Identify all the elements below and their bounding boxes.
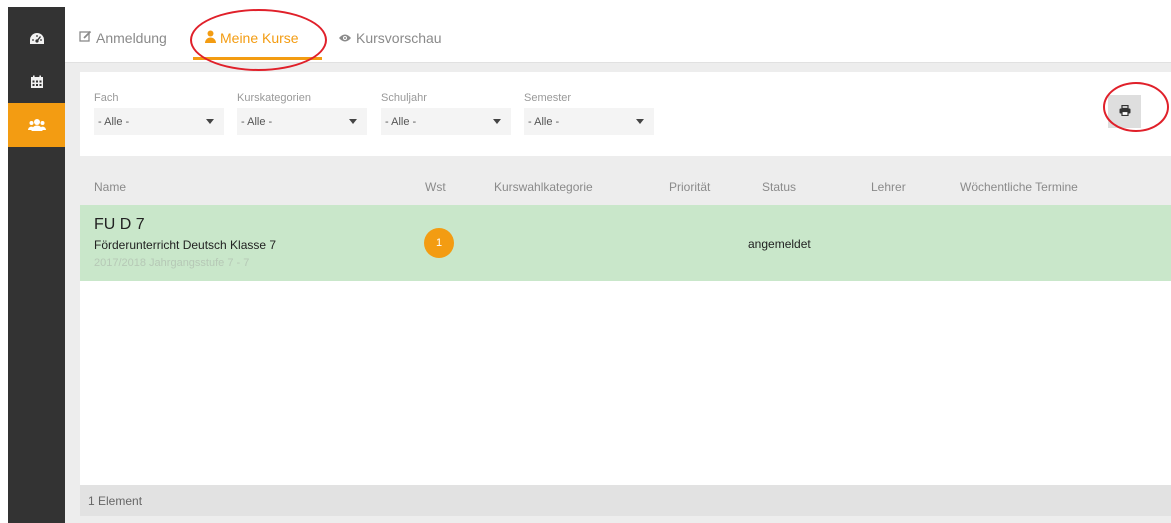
chevron-down-icon (349, 119, 357, 124)
filter-semester-value: - Alle - (528, 115, 560, 128)
filter-schuljahr-label: Schuljahr (381, 92, 427, 104)
filter-schuljahr: Schuljahr - Alle - (381, 91, 511, 135)
column-header-prioritaet[interactable]: Priorität (669, 180, 710, 194)
sidebar-item-dashboard[interactable] (8, 17, 65, 61)
sidebar-item-courses[interactable] (8, 103, 65, 147)
column-header-wst[interactable]: Wst (425, 180, 446, 194)
user-icon (205, 30, 220, 46)
filter-semester-label: Semester (524, 92, 572, 104)
filter-schuljahr-select[interactable]: - Alle - (381, 108, 511, 135)
column-header-kurswahlkategorie[interactable]: Kurswahlkategorie (494, 180, 593, 194)
tab-meine-kurse[interactable]: Meine Kurse (205, 28, 299, 48)
table-row[interactable]: FU D 7 Förderunterricht Deutsch Klasse 7… (80, 205, 1171, 281)
status-text: angemeldet (748, 237, 811, 251)
filter-schuljahr-value: - Alle - (385, 115, 417, 128)
filter-semester: Semester - Alle - (524, 91, 654, 135)
chevron-down-icon (493, 119, 501, 124)
tab-anmeldung-label: Anmeldung (96, 30, 167, 46)
chevron-down-icon (636, 119, 644, 124)
sidebar-item-calendar[interactable] (8, 60, 65, 104)
wst-badge: 1 (424, 228, 454, 258)
column-header-name[interactable]: Name (94, 180, 126, 194)
tab-bar: Anmeldung Meine Kurse Kursvorschau (65, 7, 1171, 63)
filter-semester-select[interactable]: - Alle - (524, 108, 654, 135)
active-tab-indicator (193, 57, 322, 60)
filter-kurskategorien-value: - Alle - (241, 115, 273, 128)
filter-kurskategorien-label: Kurskategorien (237, 92, 311, 104)
users-icon (27, 118, 46, 132)
filter-kurskategorien: Kurskategorien - Alle - (237, 91, 367, 135)
chevron-down-icon (206, 119, 214, 124)
dashboard-icon (29, 32, 45, 46)
filter-fach: Fach - Alle - (94, 91, 224, 135)
course-name: Förderunterricht Deutsch Klasse 7 (94, 238, 277, 252)
table-footer: 1 Element (80, 485, 1171, 516)
main-content: Anmeldung Meine Kurse Kursvorschau Fach … (65, 7, 1171, 523)
course-table: Name Wst Kurswahlkategorie Priorität Sta… (80, 169, 1171, 485)
tab-kursvorschau-label: Kursvorschau (356, 30, 442, 46)
filter-kurskategorien-select[interactable]: - Alle - (237, 108, 367, 135)
column-header-termine[interactable]: Wöchentliche Termine (960, 180, 1078, 194)
tab-meine-kurse-label: Meine Kurse (220, 30, 299, 46)
column-header-status[interactable]: Status (762, 180, 796, 194)
filter-fach-label: Fach (94, 92, 119, 104)
tab-kursvorschau[interactable]: Kursvorschau (338, 28, 442, 48)
edit-icon (79, 30, 96, 46)
eye-icon (338, 30, 356, 46)
filter-fach-select[interactable]: - Alle - (94, 108, 224, 135)
column-header-lehrer[interactable]: Lehrer (871, 180, 906, 194)
print-icon (1119, 103, 1131, 121)
course-code: FU D 7 (94, 216, 145, 233)
filter-panel: Fach - Alle - Kurskategorien - Alle - Sc… (80, 72, 1171, 156)
filter-fach-value: - Alle - (98, 115, 130, 128)
table-header: Name Wst Kurswahlkategorie Priorität Sta… (80, 169, 1171, 205)
course-meta: 2017/2018 Jahrgangsstufe 7 - 7 (94, 257, 250, 269)
calendar-icon (30, 75, 44, 89)
print-button[interactable] (1108, 95, 1141, 128)
sidebar (8, 7, 65, 523)
tab-anmeldung[interactable]: Anmeldung (79, 28, 167, 48)
